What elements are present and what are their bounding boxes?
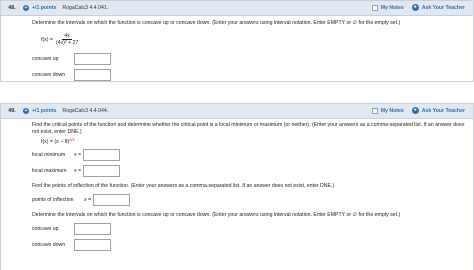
inflection-row: points of inflection x =: [32, 194, 467, 206]
function-fraction: 4x (4x)² + 27: [56, 33, 78, 47]
x-equals: x =: [74, 168, 82, 174]
header-links: My Notes ● Ask Your Teacher: [371, 107, 465, 114]
points-label[interactable]: +/1 points: [32, 108, 56, 114]
question-49-header: 49. + +/1 points RogaCalc3 4.4.044. My N…: [1, 104, 473, 119]
local-maximum-row: local maximum x =: [32, 165, 467, 177]
ask-teacher-link[interactable]: ● Ask Your Teacher: [411, 107, 465, 114]
instruction-inflection: Find the points of inflection of the fun…: [32, 183, 335, 189]
concave-up-label: concave up: [32, 226, 59, 232]
concave-up-label: concave up: [32, 56, 59, 62]
question-49-body: Find the critical points of the function…: [1, 119, 473, 263]
x-equals: x =: [84, 197, 92, 203]
function-expression: f(x) = (x − 8): [41, 139, 70, 145]
fraction-denominator: (4x)² + 27: [55, 40, 79, 46]
notes-checkbox-icon[interactable]: [371, 4, 378, 11]
question-source: RogaCalc3 4.4.041.: [62, 5, 109, 11]
function-exponent: 2/3: [69, 138, 75, 142]
points-icon: +: [23, 108, 29, 114]
function-definition: f(x) = (x − 8) 2/3: [41, 138, 467, 145]
my-notes-link[interactable]: My Notes: [371, 4, 404, 11]
inflection-input[interactable]: [93, 194, 131, 206]
concave-down-label: concave down: [32, 72, 66, 78]
notes-checkbox-icon[interactable]: [371, 107, 378, 114]
ask-teacher-label[interactable]: Ask Your Teacher: [422, 5, 465, 11]
points-label[interactable]: +/1 points: [32, 5, 56, 11]
concave-down-row: concave down: [32, 69, 467, 81]
teacher-icon: ●: [411, 4, 419, 11]
concave-up-row: concave up: [32, 223, 467, 235]
concave-down-input[interactable]: [74, 239, 111, 251]
concave-down-row: concave down: [32, 239, 467, 251]
my-notes-label[interactable]: My Notes: [381, 5, 404, 11]
function-definition: f(x) = 4x (4x)² + 27: [41, 33, 467, 47]
ask-teacher-link[interactable]: ● Ask Your Teacher: [411, 4, 465, 11]
question-48-header: 48. + +/1 points RogaCalc3 4.4.041. My N…: [1, 1, 473, 16]
function-lhs: f(x) =: [41, 37, 53, 43]
question-48-card: 48. + +/1 points RogaCalc3 4.4.041. My N…: [0, 0, 474, 82]
instruction-critical-points: Find the critical points of the function…: [32, 122, 465, 135]
concave-up-row: concave up: [32, 53, 467, 65]
ask-teacher-label[interactable]: Ask Your Teacher: [422, 108, 465, 114]
concave-down-input[interactable]: [74, 69, 111, 81]
question-number: 49.: [8, 108, 16, 114]
fraction-numerator: 4x: [62, 33, 72, 40]
instruction: Determine the intervals on which the fun…: [32, 20, 401, 26]
teacher-icon: ●: [411, 107, 419, 114]
local-minimum-input[interactable]: [83, 149, 121, 161]
local-minimum-label: local minimum: [32, 152, 66, 158]
question-49-card: 49. + +/1 points RogaCalc3 4.4.044. My N…: [0, 103, 474, 270]
instruction-concavity: Determine the intervals on which the fun…: [32, 212, 401, 218]
question-number: 48.: [8, 5, 16, 11]
concave-up-input[interactable]: [74, 223, 111, 235]
question-48-body: Determine the intervals on which the fun…: [1, 16, 473, 93]
concave-down-label: concave down: [32, 242, 66, 248]
concave-up-input[interactable]: [74, 53, 111, 65]
my-notes-link[interactable]: My Notes: [371, 107, 404, 114]
x-equals: x =: [74, 152, 82, 158]
inflection-label: points of inflection: [32, 197, 74, 203]
my-notes-label[interactable]: My Notes: [381, 108, 404, 114]
local-minimum-row: local minimum x =: [32, 149, 467, 161]
local-maximum-label: local maximum: [32, 168, 67, 174]
question-source: RogaCalc3 4.4.044.: [62, 108, 109, 114]
points-icon: +: [23, 5, 29, 11]
local-maximum-input[interactable]: [83, 165, 121, 177]
header-links: My Notes ● Ask Your Teacher: [371, 4, 465, 11]
